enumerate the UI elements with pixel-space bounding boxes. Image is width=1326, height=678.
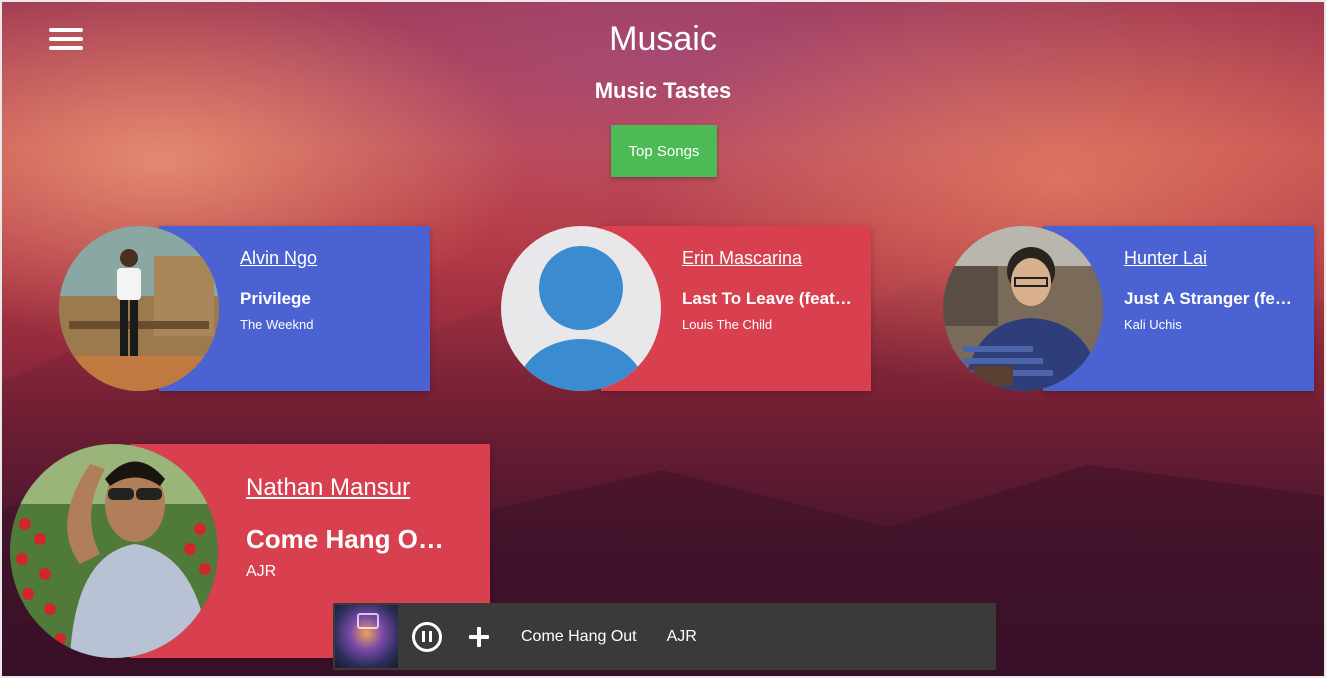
user-name-link[interactable]: Hunter Lai [1124, 248, 1292, 269]
song-title: Last To Leave (feat… [682, 289, 852, 308]
top-songs-button[interactable]: Top Songs [611, 125, 717, 177]
default-avatar-icon [501, 226, 661, 391]
page-subtitle: Music Tastes [594, 78, 732, 103]
user-name-link[interactable]: Alvin Ngo [240, 248, 317, 269]
now-playing-title: Come Hang Out [521, 627, 637, 645]
song-title: Just A Stranger (fe… [1124, 289, 1292, 308]
now-playing-artist: AJR [666, 627, 697, 645]
song-title: Privilege [240, 289, 311, 308]
app-title: Musaic [609, 20, 717, 58]
song-artist: AJR [246, 563, 277, 580]
avatar [10, 444, 218, 658]
user-name-link[interactable]: Nathan Mansur [246, 474, 444, 502]
avatar [59, 226, 219, 391]
pause-icon[interactable] [412, 621, 442, 652]
song-artist: Louis The Child [682, 317, 773, 332]
song-title: Come Hang O… [246, 524, 444, 554]
avatar [943, 226, 1103, 391]
user-card: Alvin Ngo Privilege The Weeknd [59, 226, 430, 391]
song-artist: The Weeknd [240, 317, 314, 332]
now-playing-bar: Come Hang Out AJR [333, 603, 996, 670]
user-card: Erin Mascarina Last To Leave (feat… Loui… [501, 226, 871, 391]
card-info: Alvin Ngo Privilege The Weeknd [240, 248, 317, 332]
add-icon[interactable] [468, 626, 490, 648]
user-card: Hunter Lai Just A Stranger (fe… Kali Uch… [943, 226, 1314, 391]
user-name-link[interactable]: Erin Mascarina [682, 248, 852, 269]
album-art-image [335, 605, 398, 668]
card-info: Nathan Mansur Come Hang O… AJR [246, 474, 444, 581]
card-info: Hunter Lai Just A Stranger (fe… Kali Uch… [1124, 248, 1292, 332]
song-artist: Kali Uchis [1124, 317, 1182, 332]
card-info: Erin Mascarina Last To Leave (feat… Loui… [682, 248, 852, 332]
